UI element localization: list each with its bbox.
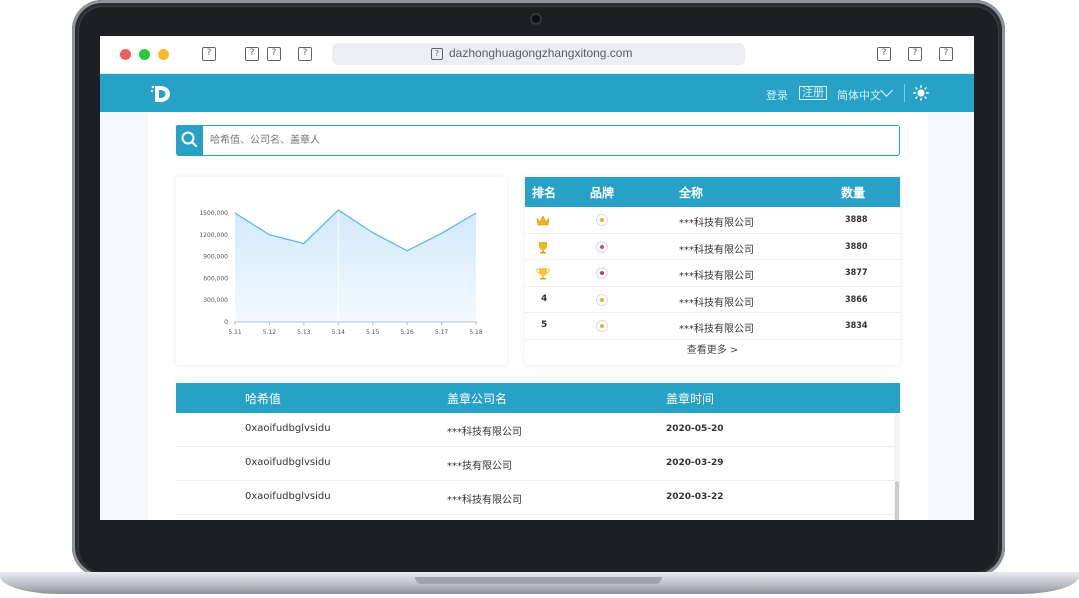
search-icon	[181, 131, 198, 148]
browser-toolbar: ? ? ? ? ? dazhonghuagongzhangxitong.com …	[100, 36, 974, 74]
stamp-time: 2020-03-29	[666, 458, 724, 468]
view-more-link[interactable]: 查看更多 >	[525, 341, 900, 356]
login-link[interactable]: 登录	[766, 87, 788, 103]
x-tick-label: 5.13	[297, 329, 311, 336]
ranking-header-rank: 排名	[532, 186, 557, 200]
brand-logo	[596, 240, 608, 253]
company-name: ***科技有限公司	[679, 324, 754, 336]
company-name: ***科技有限公司	[679, 244, 754, 256]
hash-value[interactable]: 0xaoifudbglvsidu	[245, 423, 331, 434]
y-tick-label: 300,000	[203, 297, 228, 304]
quantity: 3877	[845, 268, 868, 279]
address-bar[interactable]: ? dazhonghuagongzhangxitong.com	[332, 43, 745, 65]
x-tick-label: 5.15	[366, 329, 380, 336]
x-tick-label: 5.17	[435, 329, 449, 336]
company-name: ***科技有限公司	[679, 218, 754, 229]
chevron-down-icon[interactable]	[880, 84, 893, 97]
company-name: ***科技有限公司	[447, 495, 522, 506]
transactions-table: 哈希值 盖章公司名 盖章时间 0xaoifudbglvsidu ***科技有限公…	[176, 383, 900, 520]
laptop-mockup: ? ? ? ? ? dazhonghuagongzhangxitong.com …	[0, 0, 1079, 598]
tx-header-company: 盖章公司名	[447, 392, 508, 406]
stamp-time: 2020-03-22	[666, 492, 724, 502]
y-tick-label: 1200,000	[199, 232, 228, 239]
y-tick-label: 0	[224, 319, 228, 326]
ranking-row[interactable]: ***科技有限公司 3877	[525, 260, 900, 287]
search-input[interactable]	[210, 132, 810, 148]
ranking-row[interactable]: 4 ***科技有限公司 3866	[525, 287, 900, 314]
rank-number: 5	[541, 320, 548, 331]
app-header: 登录 注册 简体中文	[100, 74, 974, 112]
y-tick-label: 900,000	[203, 254, 228, 261]
ranking-row[interactable]: ***科技有限公司 3880	[525, 234, 900, 261]
back-icon[interactable]: ?	[245, 47, 259, 61]
url-text: dazhonghuagongzhangxitong.com	[449, 46, 633, 60]
register-link[interactable]: 注册	[799, 86, 827, 100]
stamp-time: 2020-05-20	[666, 424, 724, 434]
minimize-window-button[interactable]	[139, 49, 150, 60]
close-window-button[interactable]	[120, 49, 131, 60]
silver-trophy-icon	[539, 241, 547, 254]
ranking-header-fullname: 全称	[679, 186, 704, 200]
ranking-row[interactable]: ***科技有限公司 3888	[525, 207, 900, 234]
laptop-notch	[415, 577, 662, 584]
header-divider	[904, 84, 905, 102]
x-tick-label: 5.16	[400, 329, 414, 336]
y-tick-label: 1500,000	[199, 210, 228, 217]
forward-icon[interactable]: ?	[267, 47, 281, 61]
brand-logo	[596, 214, 608, 226]
company-name: ***科技有限公司	[679, 271, 754, 283]
table-row[interactable]: 0xaoifudbglvsidu ***科技有限公司 2020-05-20	[176, 413, 894, 447]
quantity: 3880	[845, 241, 868, 252]
tx-header-time: 盖章时间	[666, 392, 715, 406]
trend-chart-card: 5.11 5.12 5.13 5.14 5.15 5.16 5.17 5.18 0 300,000…	[176, 177, 507, 365]
brand-logo	[596, 293, 608, 306]
new-tab-icon[interactable]: ?	[908, 47, 922, 61]
quantity: 3888	[845, 215, 868, 225]
brand-logo	[596, 320, 608, 333]
company-name: ***技有限公司	[447, 461, 512, 472]
site-info-icon[interactable]: ?	[431, 48, 443, 60]
camera-icon	[532, 15, 540, 23]
logo-icon[interactable]	[150, 83, 172, 105]
table-row[interactable]: 0xaoifudbglvsidu ***技有限公司 2020-03-29	[176, 447, 894, 481]
rank-number: 4	[541, 293, 548, 304]
search-box[interactable]	[176, 125, 900, 156]
hash-value[interactable]: 0xaoifudbglvsidu	[245, 491, 331, 502]
brand-logo	[596, 267, 608, 280]
x-tick-label: 5.14	[332, 329, 346, 336]
tx-header-hash: 哈希值	[245, 392, 282, 406]
bronze-trophy-icon	[536, 268, 550, 280]
browser-window: ? ? ? ? ? dazhonghuagongzhangxitong.com …	[100, 36, 974, 520]
transactions-header: 哈希值 盖章公司名 盖章时间	[176, 383, 900, 413]
ranking-row[interactable]: 5 ***科技有限公司 3834	[525, 313, 900, 340]
quantity: 3834	[845, 321, 868, 332]
x-tick-label: 5.18	[469, 329, 483, 336]
x-tick-label: 5.12	[263, 329, 277, 336]
theme-sun-icon[interactable]	[913, 85, 929, 101]
language-selector[interactable]: 简体中文	[837, 87, 881, 103]
company-name: ***科技有限公司	[447, 427, 522, 438]
main-content: 5.11 5.12 5.13 5.14 5.15 5.16 5.17 5.18 0 300,000…	[148, 112, 928, 520]
y-tick-label: 600,000	[203, 275, 228, 282]
share-icon[interactable]: ?	[877, 47, 891, 61]
maximize-window-button[interactable]	[158, 49, 169, 60]
tabs-overview-icon[interactable]: ?	[939, 47, 953, 61]
quantity: 3866	[845, 294, 868, 305]
hash-value[interactable]: 0xaoifudbglvsidu	[245, 457, 331, 468]
privacy-icon[interactable]: ?	[298, 47, 312, 61]
ranking-table: 排名 品牌 全称 数量 ***科技有限公司 3888 ***科技有限公司 388…	[525, 177, 900, 365]
sidebar-toggle-icon[interactable]: ?	[202, 47, 216, 61]
table-row[interactable]: 0xaoifudbglvsidu ***科技有限公司 2020-03-22	[176, 481, 894, 515]
search-button[interactable]	[176, 125, 203, 155]
chart-area	[235, 210, 476, 322]
ranking-header-brand: 品牌	[590, 186, 615, 200]
ranking-header: 排名 品牌 全称 数量	[525, 177, 900, 207]
scrollbar-thumb[interactable]	[895, 481, 899, 520]
company-name: ***科技有限公司	[679, 297, 754, 309]
ranking-header-quantity: 数量	[841, 186, 866, 200]
crown-icon	[536, 215, 550, 226]
x-tick-label: 5.11	[228, 329, 242, 336]
trend-chart: 5.11 5.12 5.13 5.14 5.15 5.16 5.17 5.18 0 300,000…	[199, 209, 483, 336]
